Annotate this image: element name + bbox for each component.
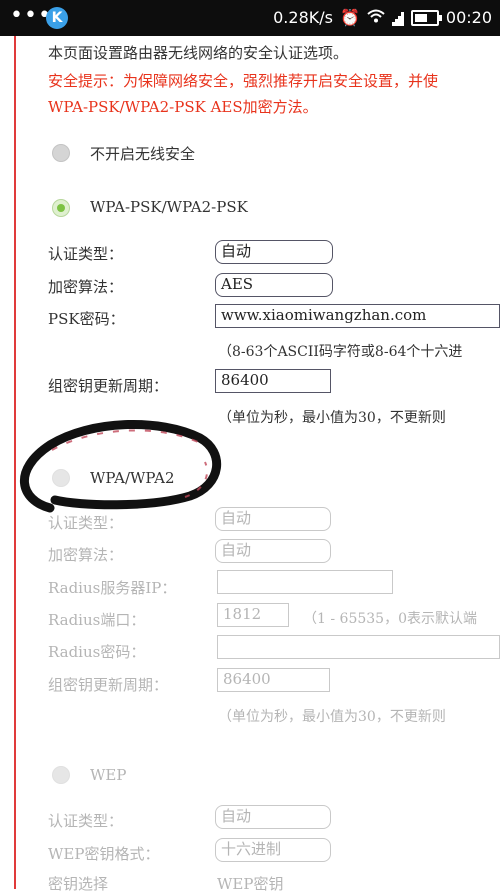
scribble-annotation bbox=[19, 419, 221, 513]
